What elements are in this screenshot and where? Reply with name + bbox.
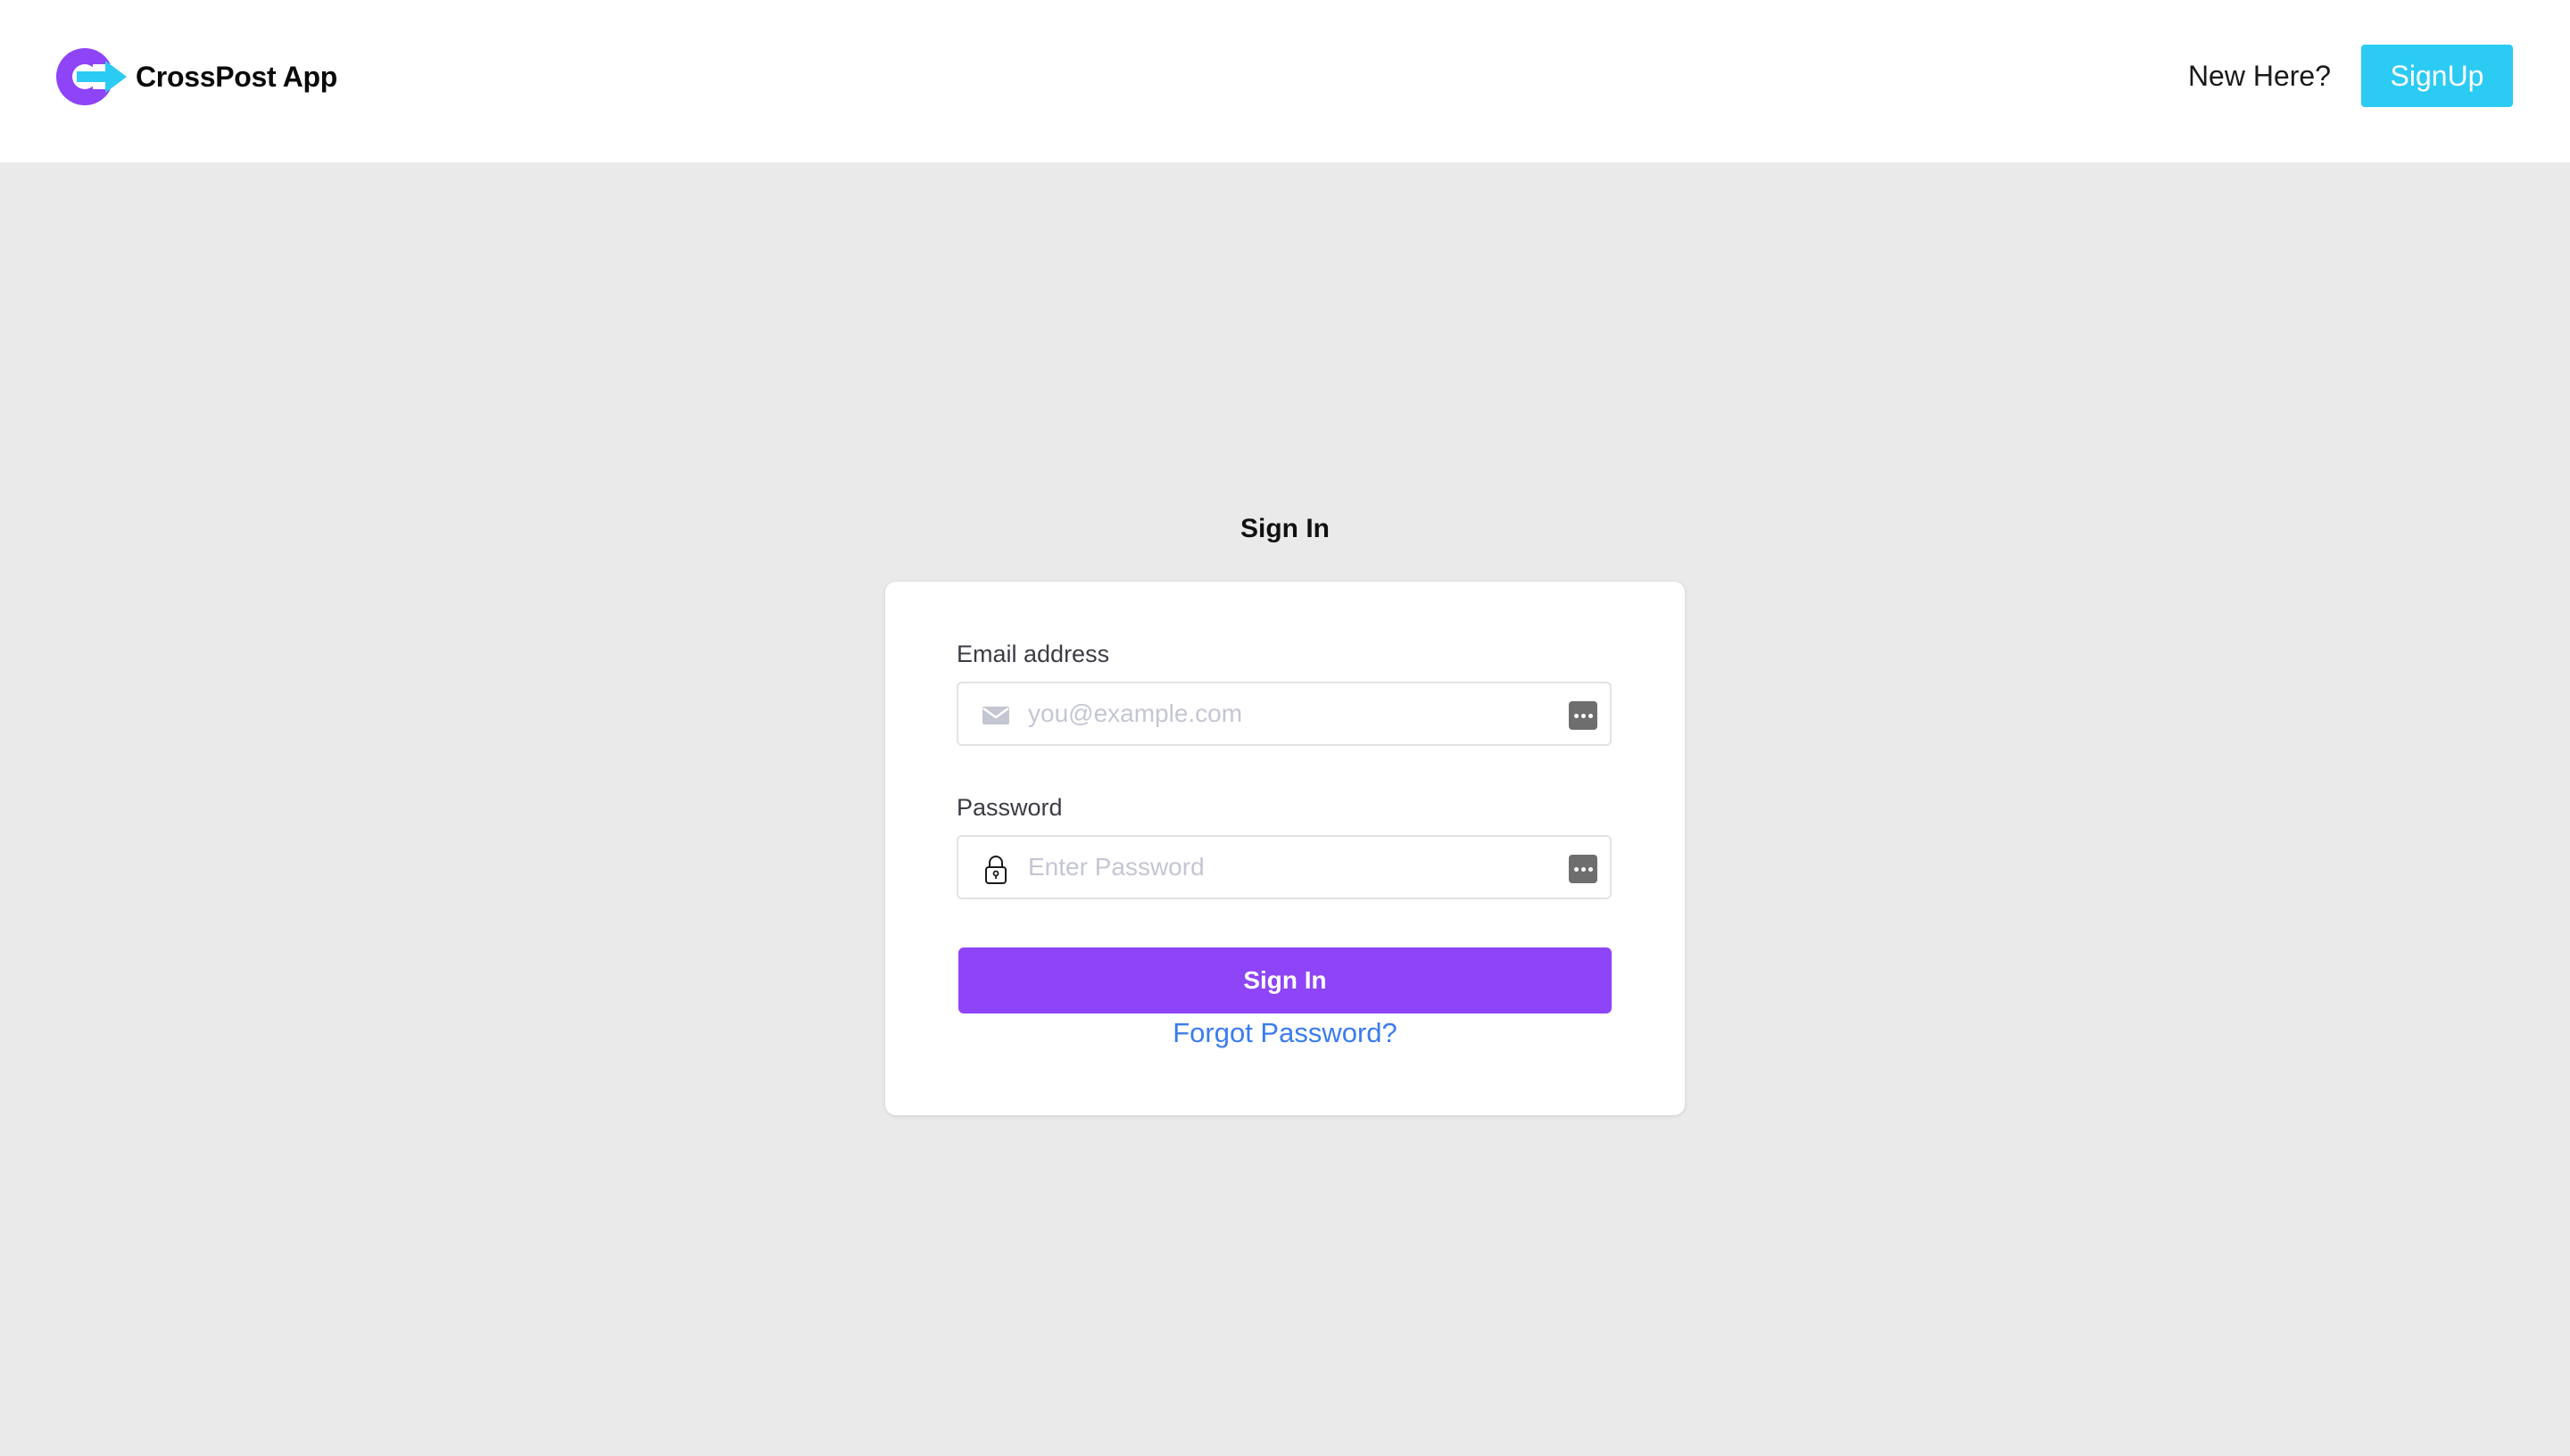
signin-card: Email address Password Sign In Forgot Pa… (885, 582, 1685, 1115)
forgot-password-link[interactable]: Forgot Password? (885, 1017, 1685, 1049)
crosspost-logo-icon (56, 48, 127, 105)
password-label: Password (957, 794, 1063, 821)
password-input[interactable] (1028, 837, 1528, 898)
email-input[interactable] (1028, 683, 1528, 744)
password-manager-icon[interactable] (1569, 855, 1597, 883)
brand[interactable]: CrossPost App (55, 46, 337, 107)
envelope-icon (982, 707, 1009, 724)
app-name: CrossPost App (136, 60, 338, 93)
email-label: Email address (957, 641, 1110, 667)
signup-button[interactable]: SignUp (2361, 45, 2513, 107)
password-field-container (957, 835, 1612, 899)
top-header: CrossPost App New Here? SignUp (0, 0, 2570, 162)
page-title: Sign In (1240, 514, 1330, 543)
signin-button[interactable]: Sign In (958, 947, 1612, 1013)
lock-icon (985, 856, 1007, 884)
new-here-text: New Here? (2187, 60, 2331, 92)
password-manager-icon[interactable] (1569, 701, 1597, 730)
email-field-container (957, 682, 1612, 746)
